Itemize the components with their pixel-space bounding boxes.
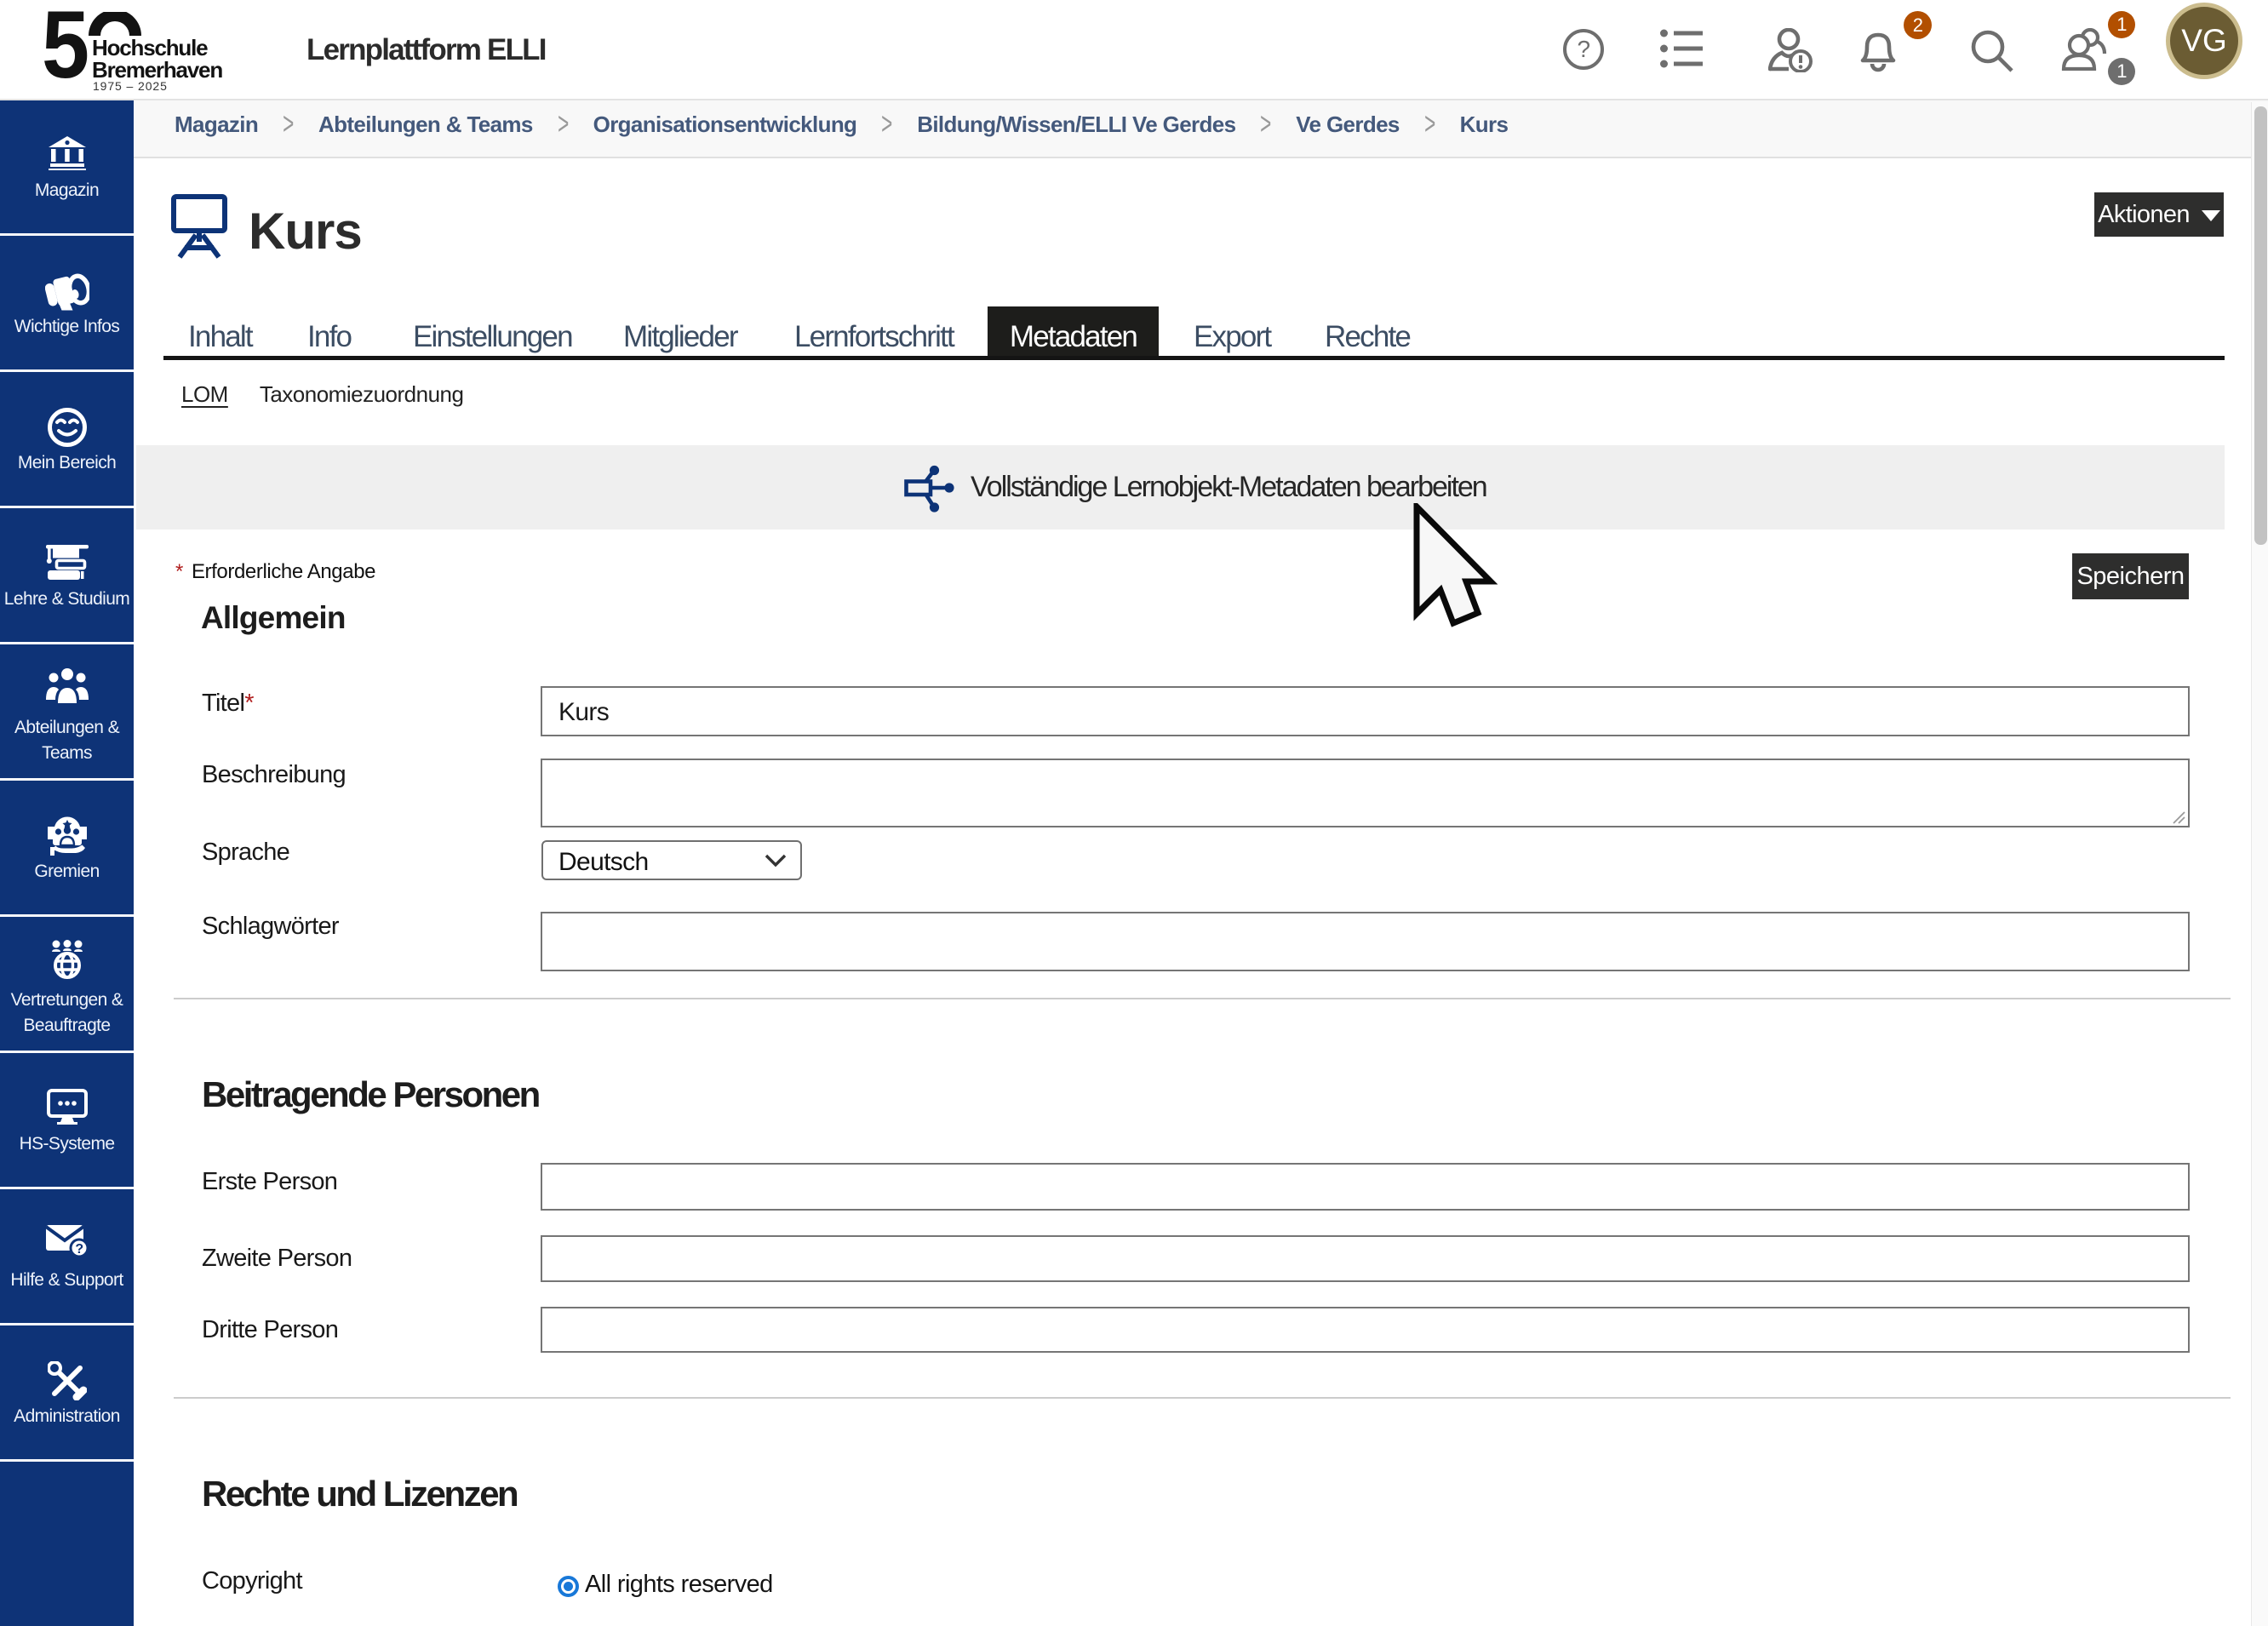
- svg-text:?: ?: [75, 1242, 83, 1257]
- svg-text:?: ?: [1578, 36, 1590, 62]
